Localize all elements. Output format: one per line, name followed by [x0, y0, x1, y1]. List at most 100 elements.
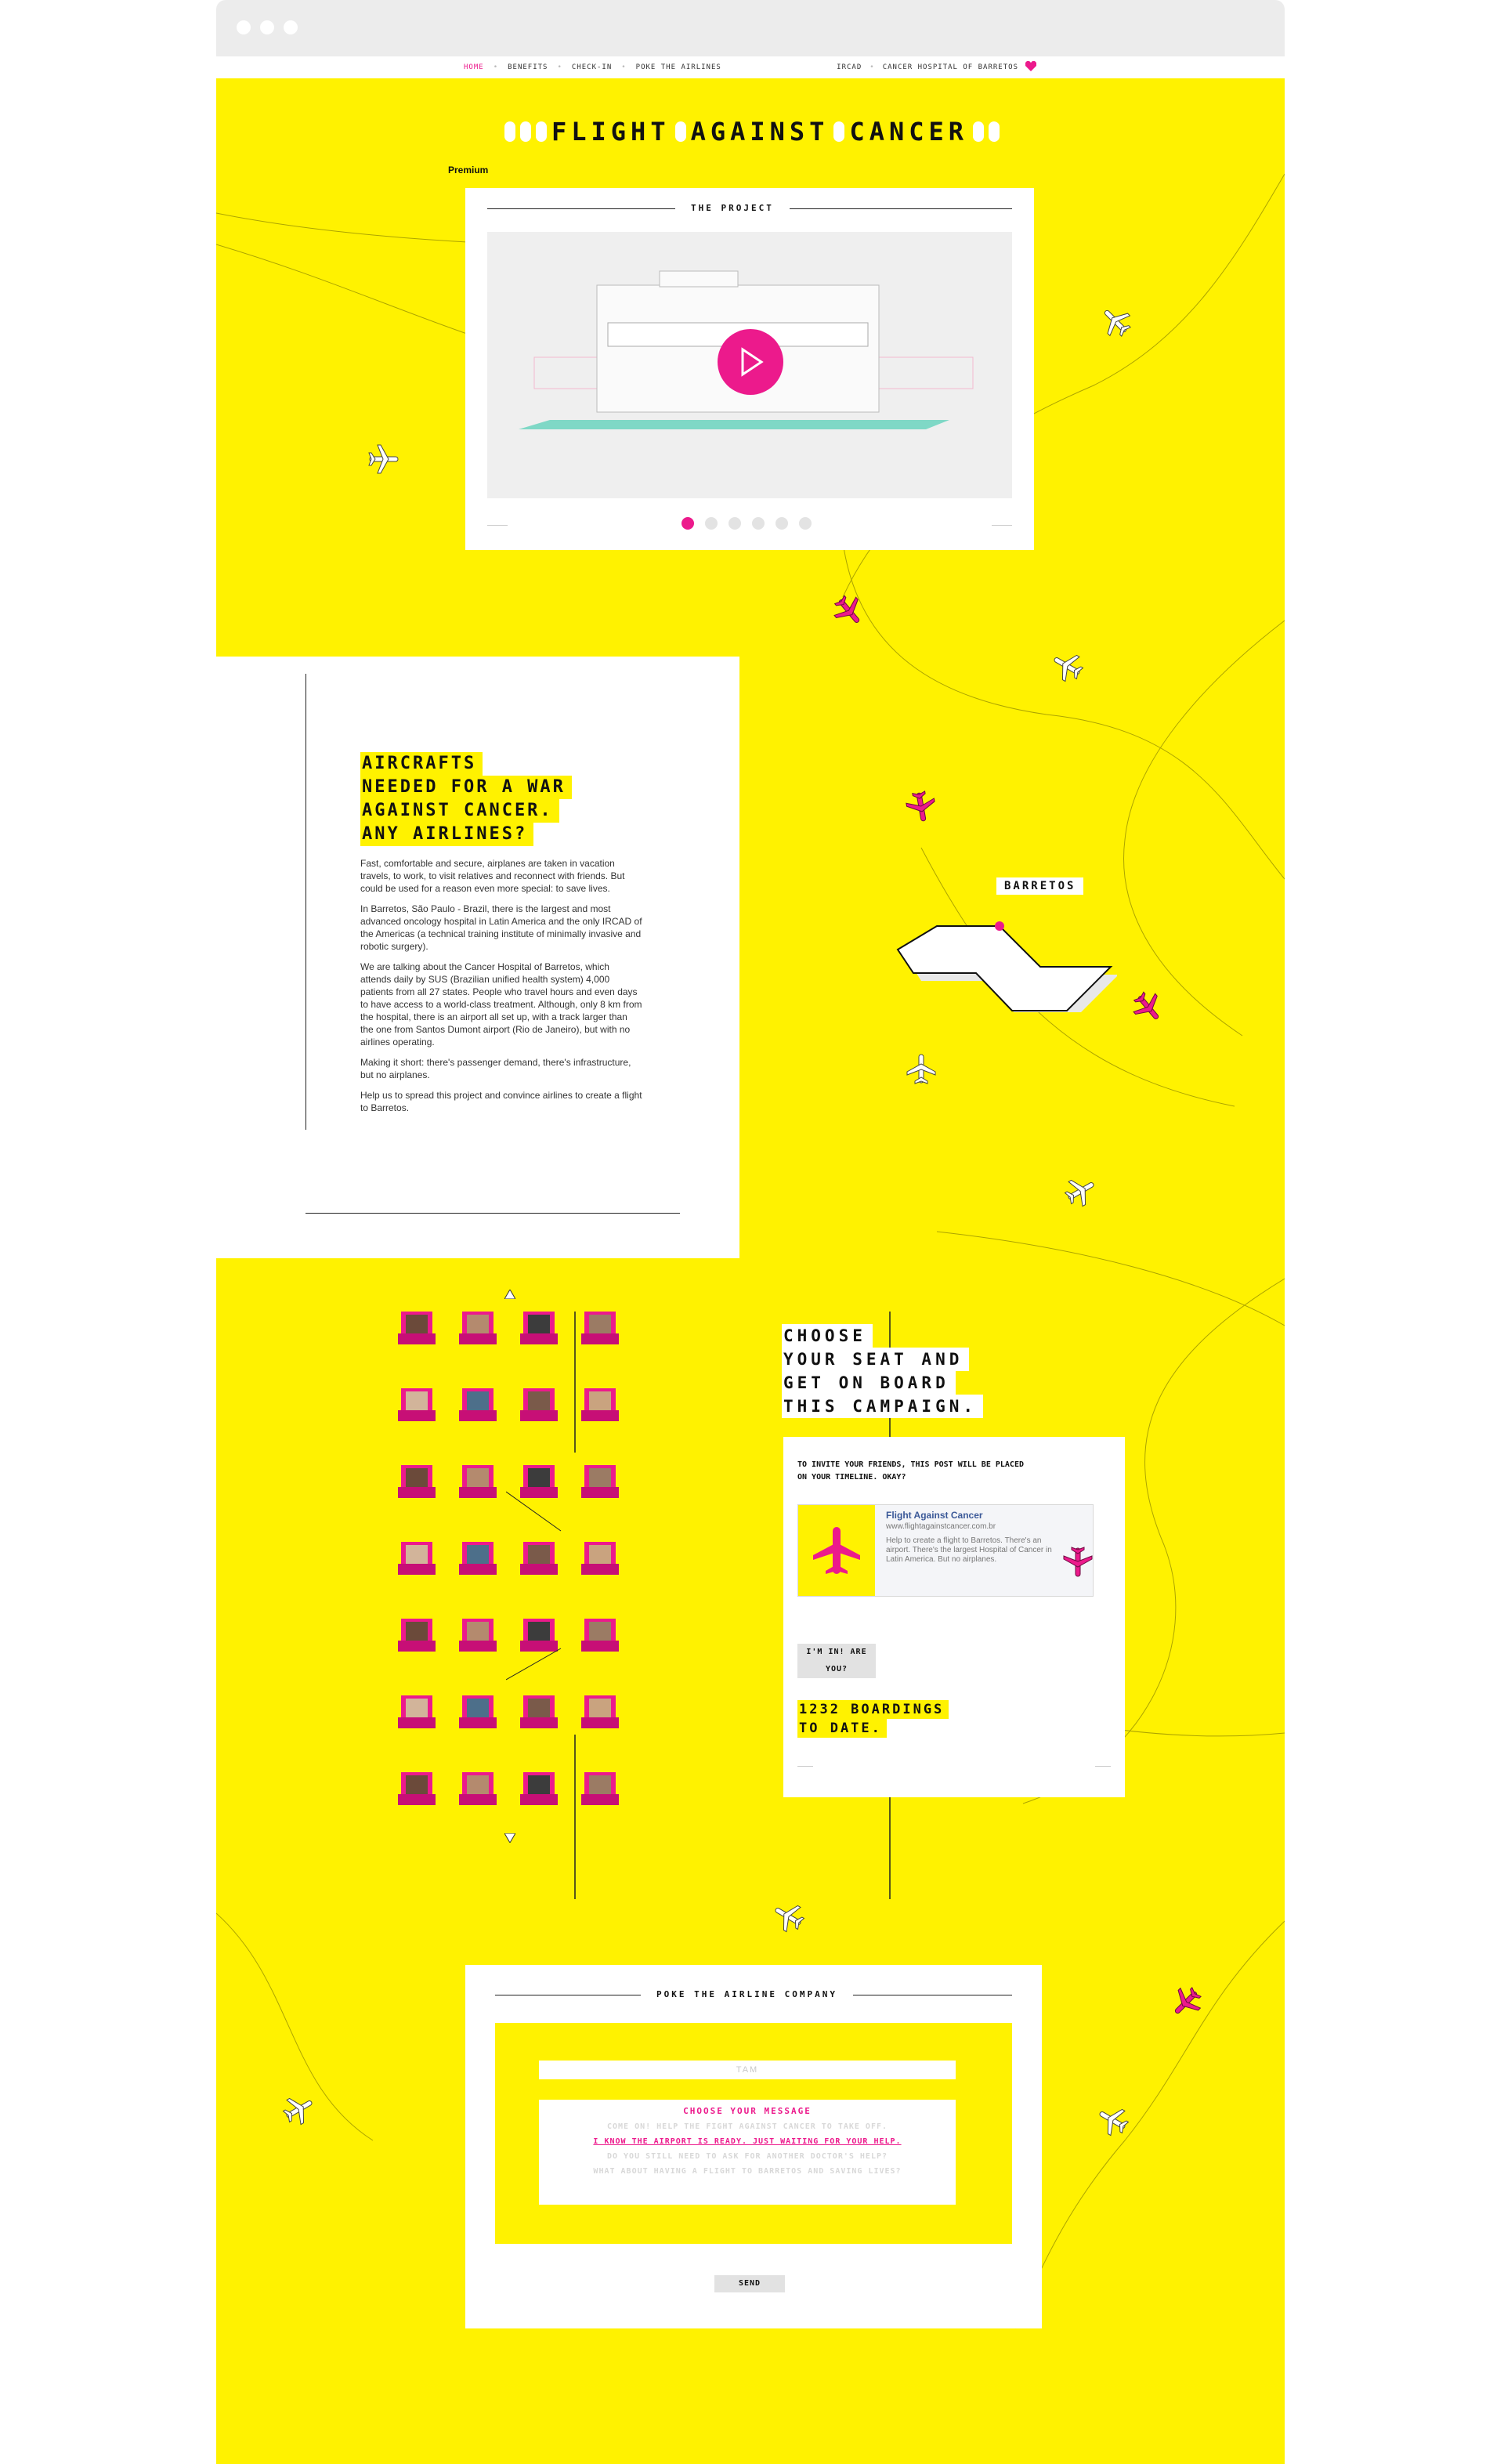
site-page: Home • Benefits • Check-in • Poke the ai… — [216, 56, 1285, 2464]
article-card: AIRCRAFTS NEEDED FOR A WAR AGAINST CANCE… — [216, 657, 739, 1258]
site-logo[interactable]: FLIGHT AGAINST CANCER — [504, 114, 1000, 149]
seat-avatar[interactable] — [459, 1465, 497, 1500]
white-airplane-icon — [1054, 654, 1084, 682]
seat-avatar[interactable] — [398, 1542, 436, 1576]
avatar — [406, 1699, 428, 1719]
seat-arm — [398, 1333, 436, 1344]
seat-avatar[interactable] — [459, 1772, 497, 1807]
logo-window-icon — [535, 121, 547, 142]
slide-dot[interactable] — [752, 517, 765, 530]
send-button[interactable]: SEND — [714, 2275, 785, 2292]
barretos-map[interactable] — [890, 895, 1117, 1012]
scroll-down-arrow-icon[interactable] — [504, 1833, 515, 1843]
message-option-selected[interactable]: I KNOW THE AIRPORT IS READY. JUST WAITIN… — [539, 2137, 956, 2146]
post-url: www.flightagainstcancer.com.br — [886, 1522, 996, 1531]
message-option[interactable]: COME ON! HELP THE FIGHT AGAINST CANCER T… — [539, 2122, 956, 2131]
seat-avatar[interactable] — [398, 1388, 436, 1423]
logo-word: CANCER — [849, 117, 969, 147]
scroll-up-arrow-icon[interactable] — [504, 1290, 515, 1299]
seat-avatar[interactable] — [398, 1619, 436, 1653]
window-dot-icon — [260, 20, 274, 34]
play-button[interactable] — [718, 329, 783, 395]
boardings-counter: 1232 BOARDINGS TO DATE. — [797, 1700, 949, 1738]
article-paragraph: In Barretos, São Paulo - Brazil, there i… — [360, 903, 642, 952]
project-video[interactable] — [487, 232, 1012, 498]
slide-dot[interactable] — [776, 517, 788, 530]
white-airplane-icon — [368, 444, 399, 474]
campaign-headline-line: YOUR SEAT AND — [782, 1348, 970, 1371]
seat-arm — [398, 1794, 436, 1805]
nav-poke-airlines-link[interactable]: Poke the airlines — [636, 63, 721, 71]
seat-arm — [459, 1641, 497, 1652]
seat-arm — [398, 1564, 436, 1575]
avatar — [406, 1545, 428, 1565]
seat-avatar[interactable] — [459, 1312, 497, 1346]
seat-arm — [398, 1487, 436, 1498]
nav-benefits-link[interactable]: Benefits — [508, 63, 548, 71]
white-airplane-icon — [775, 1905, 805, 1933]
slide-dot[interactable] — [682, 517, 694, 530]
browser-toolbar — [216, 0, 1285, 56]
logo-window-icon — [504, 121, 515, 142]
seat-avatar[interactable] — [398, 1772, 436, 1807]
seat-avatar[interactable] — [459, 1619, 497, 1653]
slide-dot[interactable] — [705, 517, 718, 530]
post-title[interactable]: Flight Against Cancer — [886, 1510, 983, 1521]
boardings-line: 1232 BOARDINGS — [797, 1700, 949, 1719]
logo-word: FLIGHT — [551, 117, 671, 147]
article-paragraph: Help us to spread this project and convi… — [360, 1090, 642, 1113]
invite-card: TO INVITE YOUR FRIENDS, THIS POST WILL B… — [783, 1437, 1125, 1797]
avatar — [406, 1775, 428, 1796]
logo-window-icon — [519, 121, 531, 142]
invite-text: TO INVITE YOUR FRIENDS, THIS POST WILL B… — [797, 1460, 1024, 1482]
white-airplane-icon — [282, 2097, 313, 2126]
logo-window-icon — [674, 121, 686, 142]
pink-airplane-icon — [1133, 991, 1159, 1019]
im-in-button[interactable]: I'M IN! ARE YOU? — [797, 1644, 876, 1678]
logo-window-icon — [989, 121, 1000, 142]
seat-arm — [459, 1564, 497, 1575]
headline-line: NEEDED FOR A WAR — [360, 776, 572, 799]
project-card: THE PROJECT — [465, 188, 1034, 550]
white-airplane-icon — [1099, 2108, 1130, 2137]
pink-airplane-icon — [906, 791, 935, 822]
post-description: Help to create a flight to Barretos. The… — [886, 1536, 1052, 1564]
pink-airplane-icon — [833, 595, 860, 623]
campaign-headline-line: THIS CAMPAIGN. — [782, 1395, 984, 1418]
poke-card: POKE THE AIRLINE COMPANY TAM CHOOSE YOUR… — [465, 1965, 1042, 2328]
pink-airplane-icon — [813, 1527, 860, 1574]
avatar — [406, 1622, 428, 1642]
logo-word: AGAINST — [690, 117, 830, 147]
seat-arm — [398, 1410, 436, 1421]
seat-avatar[interactable] — [459, 1542, 497, 1576]
seat-arm — [398, 1641, 436, 1652]
message-option[interactable]: WHAT ABOUT HAVING A FLIGHT TO BARRETOS A… — [539, 2167, 956, 2176]
nav-home-link[interactable]: Home — [464, 63, 484, 71]
avatar — [467, 1775, 489, 1796]
message-option[interactable]: DO YOU STILL NEED TO ASK FOR ANOTHER DOC… — [539, 2152, 956, 2161]
seat-avatar[interactable] — [398, 1312, 436, 1346]
facebook-post-preview: Flight Against Cancer www.flightagainstc… — [797, 1504, 1094, 1597]
heart-icon[interactable] — [1025, 61, 1037, 72]
nav-ircad-link[interactable]: IRCAD — [837, 63, 862, 71]
nav-cancer-hospital-link[interactable]: Cancer Hospital of Barretos — [883, 63, 1018, 71]
choose-message-label: CHOOSE YOUR MESSAGE — [683, 2106, 812, 2116]
poke-title: POKE THE AIRLINE COMPANY — [641, 1989, 853, 1999]
seat-avatar[interactable] — [459, 1695, 497, 1730]
article-body: Fast, comfortable and secure, airplanes … — [360, 857, 642, 1122]
slide-dot[interactable] — [728, 517, 741, 530]
airline-input[interactable]: TAM — [539, 2061, 956, 2079]
seat-avatar[interactable] — [459, 1388, 497, 1423]
seat-avatar[interactable] — [398, 1695, 436, 1730]
seat-arm — [459, 1333, 497, 1344]
boardings-line: TO DATE. — [797, 1719, 887, 1738]
seat-avatar[interactable] — [398, 1465, 436, 1500]
slide-dot[interactable] — [799, 517, 812, 530]
poke-form: TAM CHOOSE YOUR MESSAGE COME ON! HELP TH… — [495, 2023, 1012, 2244]
avatar — [406, 1315, 428, 1335]
campaign-headline-line: CHOOSE — [782, 1324, 873, 1348]
logo-window-icon — [973, 121, 985, 142]
nav-check-in-link[interactable]: Check-in — [572, 63, 612, 71]
headline-line: AGAINST CANCER. — [360, 799, 559, 823]
message-options: CHOOSE YOUR MESSAGE COME ON! HELP THE FI… — [539, 2100, 956, 2205]
